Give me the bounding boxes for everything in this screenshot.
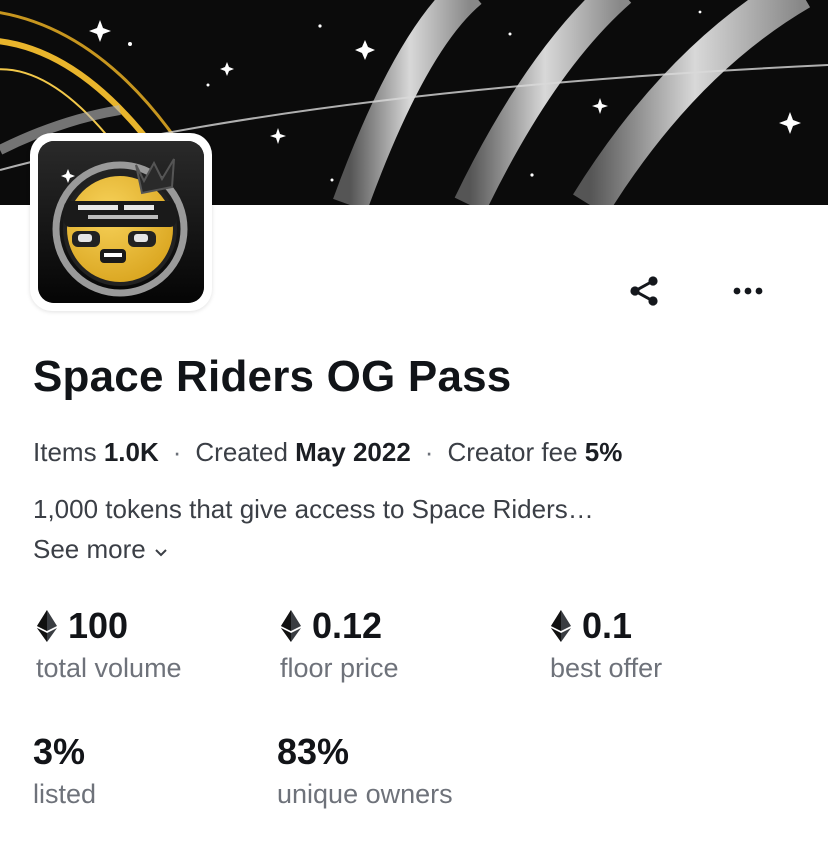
collection-meta: Items 1.0K · Created May 2022 · Creator … — [33, 437, 622, 468]
stat-value: 3% — [33, 731, 86, 772]
stat-value: 0.1 — [582, 605, 633, 646]
separator: · — [424, 437, 434, 467]
separator: · — [172, 437, 182, 467]
creator-fee-value: 5% — [584, 437, 623, 467]
stat-total-volume: 100 total volume — [36, 606, 182, 684]
stat-value: 83% — [277, 731, 350, 772]
more-options-button[interactable] — [725, 270, 771, 316]
see-more-button[interactable]: See more — [33, 534, 168, 565]
more-icon — [731, 284, 765, 302]
ethereum-icon — [36, 609, 58, 643]
stat-label: floor price — [280, 653, 399, 683]
collection-title: Space Riders OG Pass — [33, 352, 512, 401]
stat-label: total volume — [36, 653, 182, 683]
see-more-label: See more — [33, 534, 146, 564]
avatar-image — [38, 141, 204, 303]
stat-listed: 3% listed — [33, 732, 96, 810]
collection-description: 1,000 tokens that give access to Space R… — [33, 494, 594, 524]
created-label: Created — [195, 437, 288, 467]
collection-avatar[interactable] — [30, 133, 212, 311]
share-button[interactable] — [621, 270, 667, 316]
stat-value: 0.12 — [312, 605, 383, 646]
stat-value: 100 — [68, 605, 129, 646]
items-label: Items — [33, 437, 97, 467]
share-icon — [627, 274, 661, 313]
ethereum-icon — [280, 609, 302, 643]
stat-label: best offer — [550, 653, 663, 683]
chevron-down-icon — [154, 534, 168, 565]
stat-best-offer: 0.1 best offer — [550, 606, 662, 684]
items-value: 1.0K — [103, 437, 159, 467]
stat-label: listed — [33, 779, 97, 809]
stat-floor-price: 0.12 floor price — [280, 606, 399, 684]
stat-label: unique owners — [277, 779, 453, 809]
creator-fee-label: Creator fee — [447, 437, 578, 467]
stat-unique-owners: 83% unique owners — [277, 732, 453, 810]
created-value: May 2022 — [295, 437, 411, 467]
ethereum-icon — [550, 609, 572, 643]
